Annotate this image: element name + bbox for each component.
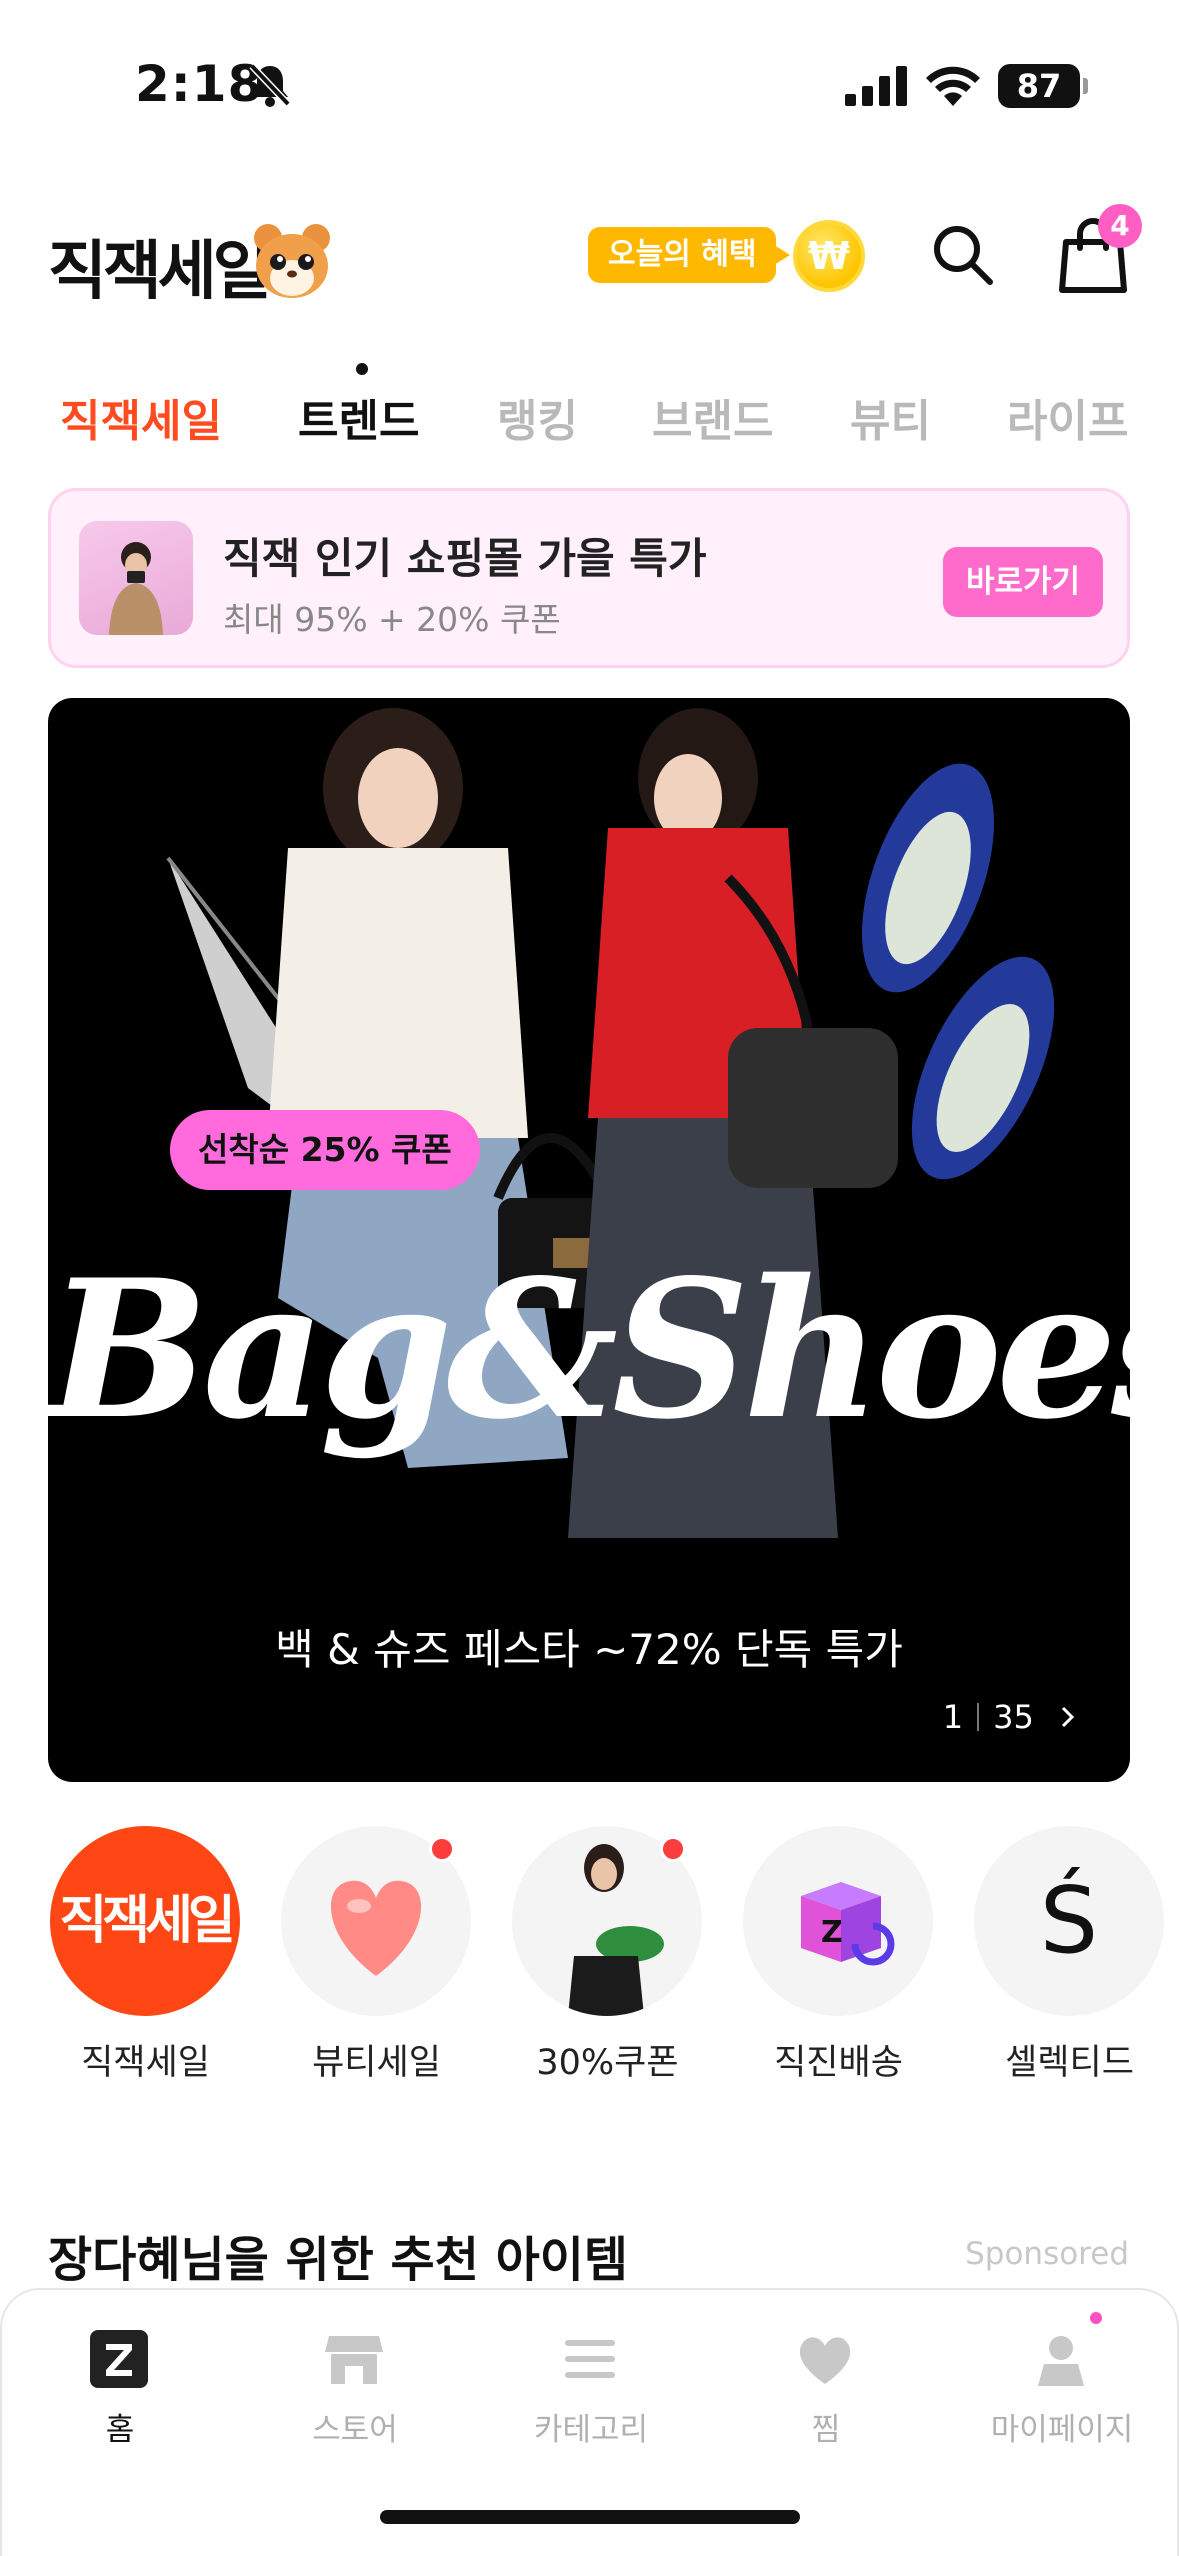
- selected-logo: Ś: [974, 1826, 1164, 2016]
- new-indicator-dot: [356, 363, 368, 375]
- search-icon[interactable]: [928, 220, 998, 290]
- hero-pager[interactable]: 1 35: [943, 1698, 1080, 1736]
- sponsored-label: Sponsored: [965, 2236, 1129, 2272]
- home-z-icon: [90, 2330, 148, 2388]
- shortcut-selected[interactable]: Ś 셀렉티드: [972, 1822, 1172, 2083]
- nav-label: 스토어: [312, 2412, 398, 2448]
- menu-icon: [565, 2340, 615, 2378]
- promo-thumbnail: [79, 521, 193, 635]
- zigzag-sale-logo: 직잭세일: [50, 1826, 240, 2016]
- shortcut-label: 직잭세일: [81, 2043, 210, 2083]
- hero-page-current: 1: [942, 1698, 964, 1736]
- nav-wishlist[interactable]: 찜: [726, 2320, 926, 2460]
- hero-banner[interactable]: 선착순 25% 쿠폰 Bag&Shoes 백 & 슈즈 페스타 ~72% 단독 …: [48, 698, 1130, 1782]
- battery-indicator: 87: [998, 64, 1088, 108]
- bell-muted-icon: [249, 63, 291, 107]
- nav-store[interactable]: 스토어: [255, 2320, 455, 2460]
- nav-label: 홈: [105, 2412, 135, 2448]
- cart-count-badge: 4: [1098, 204, 1142, 248]
- tab-trend[interactable]: 트렌드: [298, 385, 419, 449]
- shortcut-label: 뷰티세일: [312, 2043, 441, 2083]
- chevron-right-icon: [1061, 1706, 1075, 1728]
- recommended-section-title: 장다혜님을 위한 추천 아이템: [48, 2232, 629, 2288]
- tab-brand[interactable]: 브랜드: [652, 385, 773, 449]
- squirrel-mascot-icon: [254, 224, 330, 298]
- shortcut-label: 30%쿠폰: [536, 2043, 679, 2083]
- shortcut-beauty-sale[interactable]: 뷰티세일: [279, 1822, 479, 2083]
- todays-benefit-button[interactable]: 오늘의 혜택: [588, 227, 791, 283]
- status-time: 2:18: [135, 55, 264, 113]
- hero-coupon-badge: 선착순 25% 쿠폰: [170, 1110, 480, 1190]
- shortcut-label: 셀렉티드: [1005, 2043, 1134, 2083]
- tab-zigzag-sale[interactable]: 직잭세일: [60, 385, 222, 449]
- category-tabs: 직잭세일 트렌드 랭킹 브랜드 뷰티 라이프: [0, 355, 1179, 447]
- tab-life[interactable]: 라이프: [1007, 385, 1128, 449]
- nav-label: 카테고리: [533, 2412, 649, 2448]
- nav-category[interactable]: 카테고리: [491, 2320, 691, 2460]
- pager-divider: [977, 1703, 980, 1731]
- nav-label: 찜: [811, 2412, 841, 2448]
- hero-title: Bag&Shoes: [48, 1238, 1130, 1461]
- shortcut-row: 직잭세일 직잭세일 뷰티세일 30%쿠폰 Z 직진배송 Ś 셀렉티드: [0, 1822, 1179, 2102]
- store-icon: [325, 2336, 383, 2384]
- nav-home[interactable]: 홈: [20, 2320, 220, 2460]
- new-dot: [429, 1836, 455, 1862]
- delivery-box-icon: Z: [801, 1882, 895, 1966]
- promo-banner[interactable]: 직잭 인기 쇼핑몰 가을 특가 최대 95% + 20% 쿠폰 바로가기: [48, 488, 1130, 668]
- hero-caption: 백 & 슈즈 페스타 ~72% 단독 특가: [275, 1625, 903, 1674]
- tab-beauty[interactable]: 뷰티: [850, 385, 931, 449]
- person-icon: [1038, 2336, 1084, 2386]
- promo-title: 직잭 인기 쇼핑몰 가을 특가: [223, 534, 707, 583]
- new-dot: [660, 1836, 686, 1862]
- app-header: 직잭세일 오늘의 혜택 ₩ 4: [0, 190, 1179, 320]
- app-logo[interactable]: 직잭세일: [48, 220, 272, 312]
- go-now-button[interactable]: 바로가기: [943, 547, 1103, 617]
- promo-subtitle: 최대 95% + 20% 쿠폰: [223, 600, 561, 639]
- won-coin-icon[interactable]: ₩: [793, 220, 865, 292]
- nav-label: 마이페이지: [990, 2412, 1134, 2448]
- delivery-box-thumbnail: Z: [743, 1826, 933, 2016]
- shortcut-direct-delivery[interactable]: Z 직진배송: [741, 1822, 941, 2083]
- shortcut-30-coupon[interactable]: 30%쿠폰: [510, 1822, 710, 2083]
- status-bar: 2:18 87: [0, 0, 1179, 170]
- nav-mypage[interactable]: 마이페이지: [962, 2320, 1162, 2460]
- home-indicator: [380, 2510, 800, 2524]
- hero-page-total: 35: [993, 1698, 1034, 1736]
- svg-text:Z: Z: [821, 1915, 843, 1950]
- wifi-icon: [926, 66, 980, 106]
- cellular-signal-icon: [845, 66, 907, 106]
- shortcut-zigzag-sale[interactable]: 직잭세일 직잭세일: [48, 1822, 248, 2083]
- tab-ranking[interactable]: 랭킹: [497, 385, 578, 449]
- heart-icon: [799, 2337, 851, 2384]
- shortcut-label: 직진배송: [774, 2043, 903, 2083]
